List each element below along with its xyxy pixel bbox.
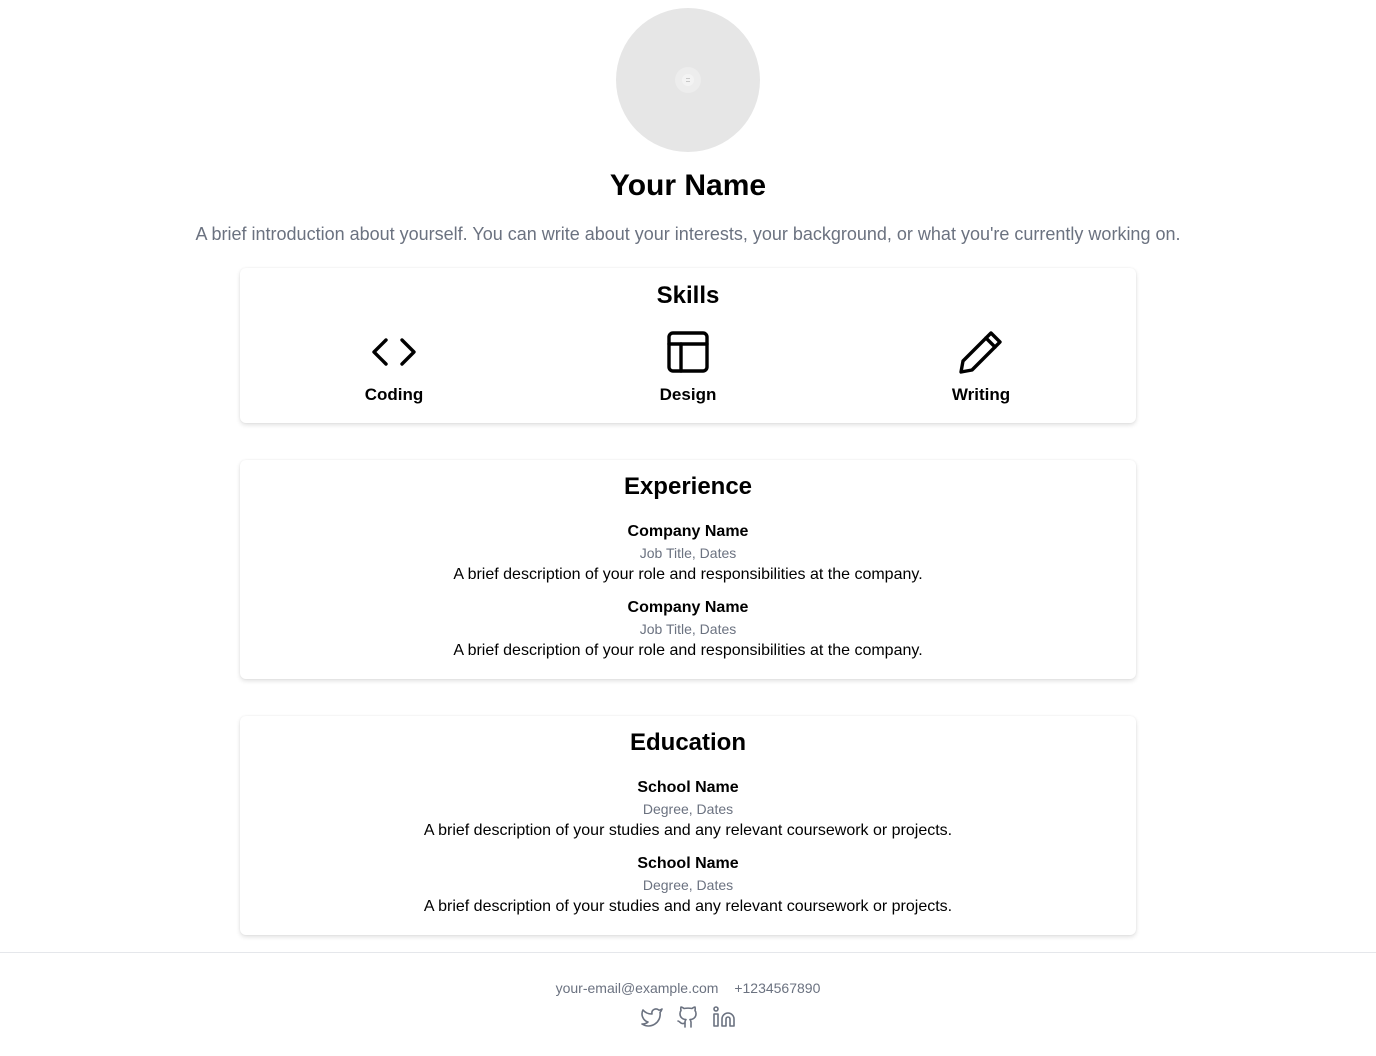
- phone-link[interactable]: +1234567890: [734, 980, 820, 996]
- study-description: A brief description of your studies and …: [423, 822, 953, 839]
- email-link[interactable]: your-email@example.com: [556, 980, 719, 996]
- skill-design: Design: [588, 328, 788, 405]
- school-name: School Name: [637, 779, 739, 796]
- education-card: Education School Name Degree, Dates A br…: [240, 716, 1136, 935]
- profile-name: Your Name: [609, 169, 767, 202]
- degree-dates: Degree, Dates: [642, 801, 734, 817]
- skill-coding: Coding: [294, 328, 494, 405]
- linkedin-icon: [713, 1006, 735, 1027]
- education-entry: School Name Degree, Dates A brief descri…: [240, 778, 1136, 842]
- profile-intro: A brief introduction about yourself. You…: [195, 224, 1181, 244]
- page: Your Name A brief introduction about you…: [0, 0, 1376, 1056]
- education-entry: School Name Degree, Dates A brief descri…: [240, 854, 1136, 918]
- experience-card: Experience Company Name Job Title, Dates…: [240, 460, 1136, 679]
- skill-label: Coding: [364, 385, 424, 404]
- job-title-dates: Job Title, Dates: [639, 621, 737, 637]
- contact-info: your-email@example.com +1234567890: [0, 978, 1376, 998]
- experience-entry: Company Name Job Title, Dates A brief de…: [240, 598, 1136, 662]
- social-links: [0, 1005, 1376, 1029]
- study-description: A brief description of your studies and …: [423, 898, 953, 915]
- github-icon: [677, 1006, 697, 1028]
- twitter-link[interactable]: [640, 1005, 664, 1029]
- skills-card: Skills Coding Design Writing: [240, 268, 1136, 423]
- job-title-dates: Job Title, Dates: [639, 545, 737, 561]
- code-brackets-icon: [372, 338, 416, 366]
- avatar-placeholder-icon: [675, 67, 701, 93]
- skill-label: Writing: [951, 385, 1011, 404]
- linkedin-link[interactable]: [712, 1005, 736, 1029]
- company-name: Company Name: [627, 599, 749, 616]
- degree-dates: Degree, Dates: [642, 877, 734, 893]
- pencil-icon: [959, 331, 1002, 374]
- education-title: Education: [629, 729, 746, 756]
- role-description: A brief description of your role and res…: [453, 642, 923, 659]
- skill-label: Design: [659, 385, 717, 404]
- twitter-icon: [641, 1008, 663, 1027]
- role-description: A brief description of your role and res…: [453, 566, 923, 583]
- avatar: [616, 8, 760, 152]
- school-name: School Name: [637, 855, 739, 872]
- github-link[interactable]: [676, 1005, 700, 1029]
- layout-icon: [667, 331, 709, 373]
- footer: your-email@example.com +1234567890: [0, 952, 1376, 1056]
- skills-title: Skills: [656, 282, 720, 309]
- experience-title: Experience: [623, 473, 753, 500]
- company-name: Company Name: [627, 523, 749, 540]
- skill-writing: Writing: [881, 328, 1081, 405]
- experience-entry: Company Name Job Title, Dates A brief de…: [240, 522, 1136, 586]
